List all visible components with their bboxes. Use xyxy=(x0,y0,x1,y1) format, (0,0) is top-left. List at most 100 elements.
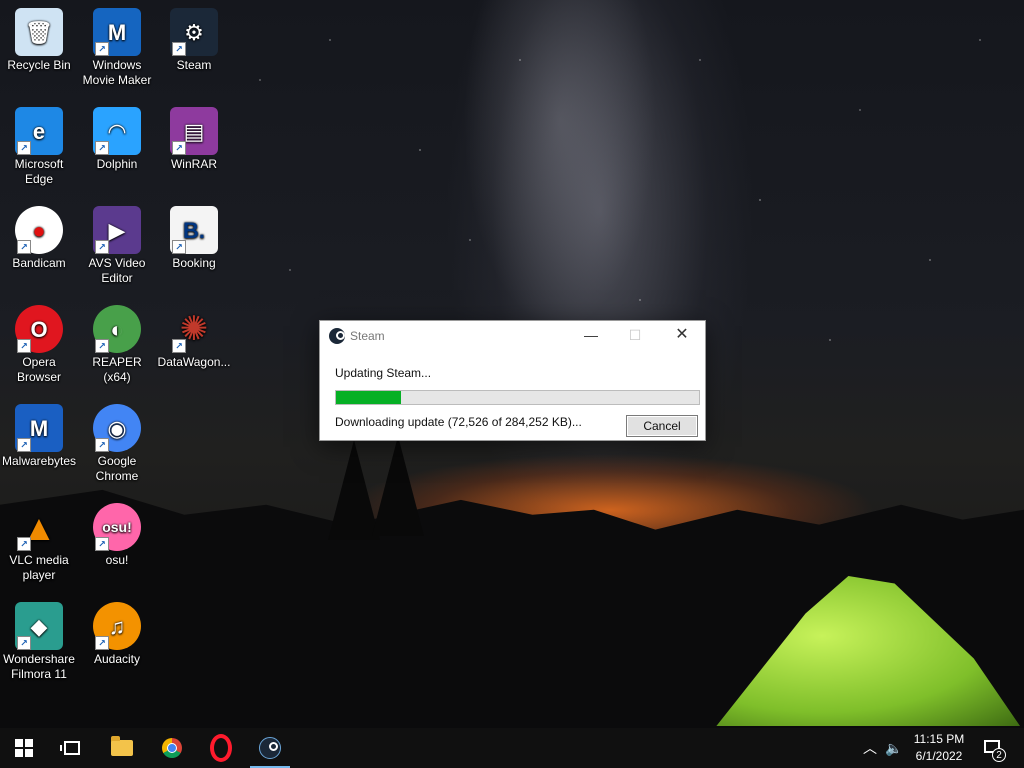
edge-icon: e ↗ xyxy=(15,107,63,155)
desktop-icon-avs-video-editor[interactable]: ▶ ↗ AVS Video Editor xyxy=(78,206,156,286)
desktop-icon-reaper[interactable]: ◐ ↗ REAPER (x64) xyxy=(78,305,156,385)
desktop-icon-audacity[interactable]: ♫ ↗ Audacity xyxy=(78,602,156,667)
start-button[interactable] xyxy=(0,728,48,768)
shortcut-arrow-icon: ↗ xyxy=(17,339,31,353)
desktop-icon-label: Booking xyxy=(172,256,216,270)
folder-icon xyxy=(111,736,133,756)
desktop-icon-label: REAPER (x64) xyxy=(92,355,142,384)
taskbar: ︿ 🔈 11:15 PM 6/1/2022 2 xyxy=(0,728,1024,768)
speaker-icon: 🔈 xyxy=(885,739,903,756)
desktop-icon-vlc-media-player[interactable]: ▲ ↗ VLC media player xyxy=(0,503,78,583)
desktop-icon-label: Opera Browser xyxy=(16,355,61,384)
desktop-icon-bandicam[interactable]: ● ↗ Bandicam xyxy=(0,206,78,271)
minimize-button[interactable]: — xyxy=(568,321,614,351)
recycle-bin-icon: 🗑 xyxy=(15,8,63,56)
steam-icon: ⚙ ↗ xyxy=(170,8,218,56)
desktop-icon-label: AVS Video Editor xyxy=(88,256,146,285)
filmora-icon: ◆ ↗ xyxy=(15,602,63,650)
desktop-icon-label: Windows Movie Maker xyxy=(82,58,152,87)
show-hidden-icons-button[interactable]: ︿ xyxy=(858,728,882,768)
desktop-icon-dolphin[interactable]: ◠ ↗ Dolphin xyxy=(78,107,156,172)
task-view-button[interactable] xyxy=(48,728,96,768)
winrar-icon: ▤ ↗ xyxy=(170,107,218,155)
desktop-icon-winrar[interactable]: ▤ ↗ WinRAR xyxy=(155,107,233,172)
dialog-titlebar[interactable]: Steam — ☐ ✕ xyxy=(320,321,705,351)
notification-count-badge: 2 xyxy=(992,748,1006,762)
osu-icon: osu! ↗ xyxy=(93,503,141,551)
desktop-icon-opera-browser[interactable]: O ↗ Opera Browser xyxy=(0,305,78,385)
desktop-icon-microsoft-edge[interactable]: e ↗ Microsoft Edge xyxy=(0,107,78,187)
desktop-icon-label: VLC media player xyxy=(9,553,69,582)
shortcut-arrow-icon: ↗ xyxy=(17,438,31,452)
shortcut-arrow-icon: ↗ xyxy=(17,537,31,551)
booking-icon: B. ↗ xyxy=(170,206,218,254)
steam-icon xyxy=(329,328,345,344)
desktop-icon-label: Steam xyxy=(176,58,212,72)
opera-icon xyxy=(210,734,232,762)
desktop-icon-label: WinRAR xyxy=(170,157,217,171)
steam-update-dialog: Steam — ☐ ✕ Updating Steam... Downloadin… xyxy=(319,320,706,441)
wallpaper-tree xyxy=(372,436,424,536)
windows-logo-icon xyxy=(15,739,33,757)
datawagon-icon: ✺ ↗ xyxy=(170,305,218,353)
close-button[interactable]: ✕ xyxy=(659,321,705,351)
shortcut-arrow-icon: ↗ xyxy=(95,537,109,551)
desktop-icon-google-chrome[interactable]: ◉ ↗ Google Chrome xyxy=(78,404,156,484)
shortcut-arrow-icon: ↗ xyxy=(95,636,109,650)
task-view-icon xyxy=(60,741,80,755)
shortcut-arrow-icon: ↗ xyxy=(95,141,109,155)
taskbar-file-explorer[interactable] xyxy=(98,728,146,768)
desktop-icon-label: Wondershare Filmora 11 xyxy=(3,652,75,681)
shortcut-arrow-icon: ↗ xyxy=(172,240,186,254)
taskbar-google-chrome[interactable] xyxy=(148,728,196,768)
desktop-icon-wondershare-filmora[interactable]: ◆ ↗ Wondershare Filmora 11 xyxy=(0,602,78,682)
dolphin-icon: ◠ ↗ xyxy=(93,107,141,155)
steam-icon xyxy=(259,737,281,759)
desktop-icon-label: Recycle Bin xyxy=(7,58,71,72)
desktop-icon-label: DataWagon... xyxy=(157,355,231,369)
desktop-icon-label: Dolphin xyxy=(96,157,138,171)
desktop-icon-osu[interactable]: osu! ↗ osu! xyxy=(78,503,156,568)
update-progress-bar xyxy=(335,390,700,405)
cancel-button[interactable]: Cancel xyxy=(626,415,698,437)
avs-video-editor-icon: ▶ ↗ xyxy=(93,206,141,254)
desktop-icon-booking[interactable]: B. ↗ Booking xyxy=(155,206,233,271)
malwarebytes-icon: M ↗ xyxy=(15,404,63,452)
desktop-icon-datawagon[interactable]: ✺ ↗ DataWagon... xyxy=(155,305,233,370)
shortcut-arrow-icon: ↗ xyxy=(95,240,109,254)
reaper-icon: ◐ ↗ xyxy=(93,305,141,353)
shortcut-arrow-icon: ↗ xyxy=(17,636,31,650)
desktop-icon-label: Google Chrome xyxy=(95,454,139,483)
desktop-icon-label: osu! xyxy=(105,553,129,567)
desktop-icon-malwarebytes[interactable]: M ↗ Malwarebytes xyxy=(0,404,78,469)
movie-maker-icon: M ↗ xyxy=(93,8,141,56)
desktop-icon-label: Bandicam xyxy=(12,256,66,270)
shortcut-arrow-icon: ↗ xyxy=(17,141,31,155)
chrome-icon xyxy=(162,738,182,758)
desktop-icon-label: Malwarebytes xyxy=(1,454,77,468)
chevron-up-icon: ︿ xyxy=(863,740,877,756)
taskbar-steam[interactable] xyxy=(246,728,294,768)
maximize-button: ☐ xyxy=(628,327,642,343)
desktop-icon-steam[interactable]: ⚙ ↗ Steam xyxy=(155,8,233,73)
vlc-icon: ▲ ↗ xyxy=(15,503,63,551)
update-status-text: Updating Steam... xyxy=(335,366,432,380)
shortcut-arrow-icon: ↗ xyxy=(17,240,31,254)
dialog-title: Steam xyxy=(350,329,385,343)
opera-icon: O ↗ xyxy=(15,305,63,353)
bandicam-icon: ● ↗ xyxy=(15,206,63,254)
desktop-icon-recycle-bin[interactable]: 🗑 Recycle Bin xyxy=(0,8,78,73)
taskbar-clock[interactable]: 11:15 PM 6/1/2022 xyxy=(902,731,976,765)
shortcut-arrow-icon: ↗ xyxy=(172,339,186,353)
shortcut-arrow-icon: ↗ xyxy=(95,42,109,56)
audacity-icon: ♫ ↗ xyxy=(93,602,141,650)
chrome-icon: ◉ ↗ xyxy=(93,404,141,452)
desktop-icon-label: Microsoft Edge xyxy=(14,157,64,186)
shortcut-arrow-icon: ↗ xyxy=(172,42,186,56)
update-progress-fill xyxy=(336,391,402,404)
shortcut-arrow-icon: ↗ xyxy=(172,141,186,155)
taskbar-opera[interactable] xyxy=(197,728,245,768)
shortcut-arrow-icon: ↗ xyxy=(95,339,109,353)
action-center-button[interactable]: 2 xyxy=(982,736,1006,762)
desktop-icon-windows-movie-maker[interactable]: M ↗ Windows Movie Maker xyxy=(78,8,156,88)
